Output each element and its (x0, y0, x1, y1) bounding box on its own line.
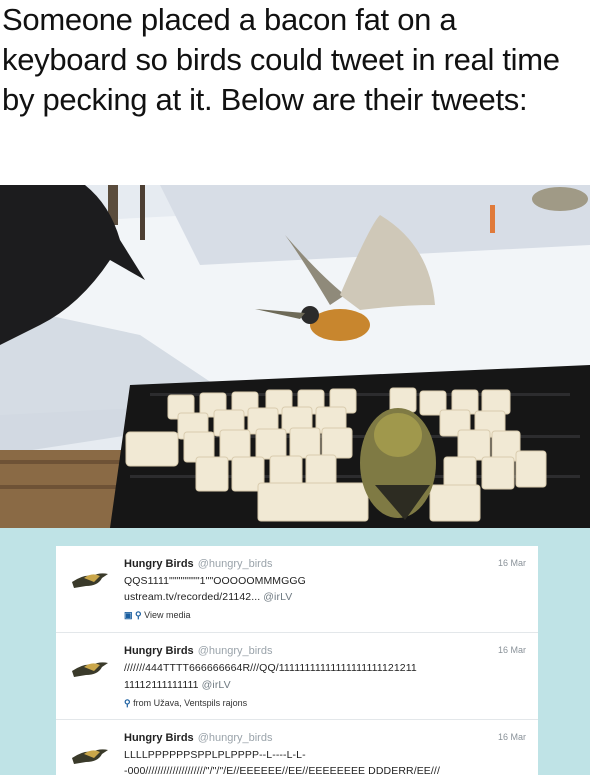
tweet-header: Hungry Birds @hungry_birds (124, 645, 272, 657)
tweet-text-continued: 11112111111111 (124, 679, 199, 691)
location-pin-icon: ⚲ (124, 698, 131, 708)
tweet-mention[interactable]: @irLV (202, 679, 231, 691)
tweet-mention[interactable]: @irLV (263, 591, 292, 603)
bird-avatar-icon (72, 662, 108, 677)
tweet-date[interactable]: 16 Mar (498, 732, 526, 742)
author-name[interactable]: Hungry Birds (124, 558, 194, 570)
meta-label: from Užava, Ventspils rajons (133, 698, 248, 708)
view-media-link[interactable]: ▣ ⚲ View media (124, 610, 190, 621)
bird-avatar-icon (72, 749, 108, 764)
tweet-header: Hungry Birds @hungry_birds (124, 558, 272, 570)
tweet-date[interactable]: 16 Mar (498, 645, 526, 655)
author-name[interactable]: Hungry Birds (124, 645, 194, 657)
meme-caption: Someone placed a bacon fat on a keyboard… (2, 2, 560, 117)
author-handle[interactable]: @hungry_birds (198, 558, 273, 570)
tweet-header: Hungry Birds @hungry_birds (124, 732, 272, 744)
tweet-feed: Hungry Birds @hungry_birds 16 Mar QQS1111… (0, 528, 590, 777)
bird-keyboard-photo (0, 185, 590, 528)
location-link[interactable]: ⚲ from Užava, Ventspils rajons (124, 698, 247, 709)
tweet-text-line: ///////444TTTT666666664R///QQ/1111111111… (124, 662, 417, 674)
tweet-list: Hungry Birds @hungry_birds 16 Mar QQS1111… (56, 546, 538, 777)
tweet-link[interactable]: ustream.tv/recorded/21142... (124, 591, 260, 603)
meta-label: View media (144, 610, 191, 620)
media-location-icon: ▣ ⚲ (124, 610, 142, 620)
bird-avatar-icon (72, 573, 108, 588)
tweet-text-line: QQS1111""""""""1""OOOOOMMMGGG (124, 575, 306, 587)
tweet-item[interactable]: Hungry Birds @hungry_birds 16 Mar QQS1111… (56, 546, 538, 633)
tweet-item[interactable]: Hungry Birds @hungry_birds 16 Mar ///////… (56, 633, 538, 720)
author-handle[interactable]: @hungry_birds (198, 645, 273, 657)
tweet-text-line: ustream.tv/recorded/21142... @irLV (124, 591, 292, 603)
author-handle[interactable]: @hungry_birds (198, 732, 273, 744)
author-name[interactable]: Hungry Birds (124, 732, 194, 744)
tweet-item[interactable]: Hungry Birds @hungry_birds 16 Mar LLLLPPP… (56, 720, 538, 777)
tweet-text-line: -000////////////////////"/"/"/E//EEEEEE/… (124, 765, 440, 777)
tweet-text-line: 11112111111111 @irLV (124, 679, 231, 691)
tweet-text-line: LLLLPPPPPPSPPLPLPPPP--L----L-L- (124, 749, 306, 761)
tweet-date[interactable]: 16 Mar (498, 558, 526, 568)
